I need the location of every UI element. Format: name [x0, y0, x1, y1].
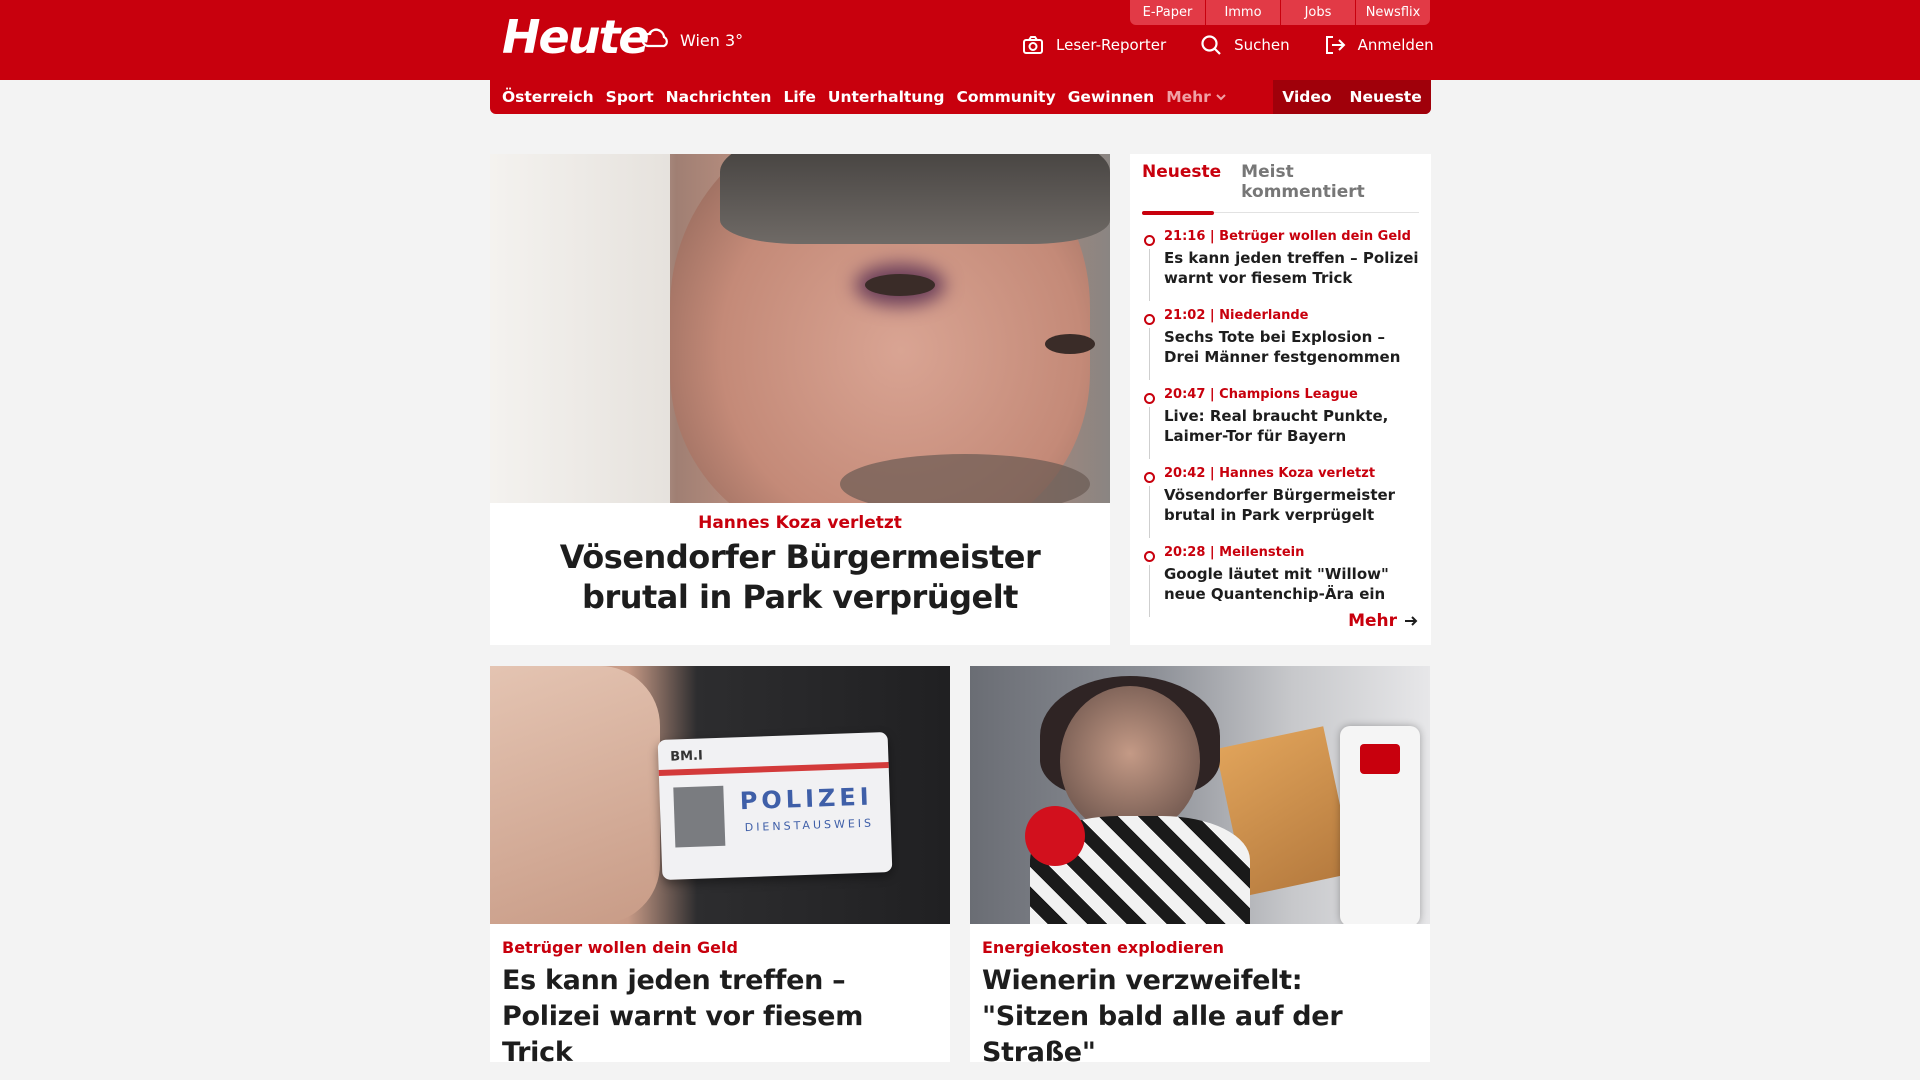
- ticker-item[interactable]: 20:47 | Champions League Live: Real brau…: [1142, 387, 1419, 466]
- ticker-item[interactable]: 21:16 | Betrüger wollen dein Geld Es kan…: [1142, 229, 1419, 308]
- weather-text: Wien 3°: [680, 30, 744, 50]
- sidebar-more-label: Mehr: [1348, 611, 1397, 631]
- nav-more-dropdown[interactable]: Mehr: [1166, 88, 1227, 106]
- nav-item-oesterreich[interactable]: Österreich: [502, 88, 594, 106]
- tab-meist-kommentiert[interactable]: Meist kommentiert: [1241, 162, 1419, 202]
- service-tab-jobs[interactable]: Jobs: [1280, 0, 1355, 25]
- nav-neueste[interactable]: Neueste: [1350, 88, 1422, 106]
- ticker-meta: 21:02 | Niederlande: [1164, 308, 1309, 323]
- article-card-image[interactable]: [970, 666, 1430, 924]
- card-headline[interactable]: Wienerin verzweifelt: "Sitzen bald alle …: [982, 963, 1418, 1071]
- ticker-meta: 20:28 | Meilenstein: [1164, 545, 1305, 560]
- service-tab-immo[interactable]: Immo: [1205, 0, 1280, 25]
- login-label: Anmelden: [1357, 36, 1434, 54]
- card-kicker: Betrüger wollen dein Geld: [502, 938, 738, 957]
- nav-item-nachrichten[interactable]: Nachrichten: [666, 88, 772, 106]
- image-hair: [720, 154, 1110, 244]
- tab-neueste[interactable]: Neueste: [1142, 162, 1221, 202]
- ticker-title[interactable]: Live: Real braucht Punkte, Laimer-Tor fü…: [1164, 406, 1419, 446]
- chevron-down-icon: [1216, 94, 1226, 101]
- ticker-title[interactable]: Google läutet mit "Willow" neue Quantenc…: [1164, 564, 1419, 604]
- ticker-meta: 21:16 | Betrüger wollen dein Geld: [1164, 229, 1411, 244]
- nav-video[interactable]: Video: [1282, 88, 1331, 106]
- search-icon: [1201, 35, 1221, 55]
- news-ticker: 21:16 | Betrüger wollen dein Geld Es kan…: [1142, 229, 1419, 624]
- card-kicker: Energiekosten explodieren: [982, 938, 1225, 957]
- lead-article[interactable]: Hannes Koza verletzt Vösendorfer Bürgerm…: [490, 154, 1110, 645]
- id-card-photo: [673, 785, 726, 848]
- nav-item-life[interactable]: Life: [783, 88, 815, 106]
- image-background-wall: [490, 154, 670, 503]
- top-header: [0, 0, 1920, 80]
- sidebar-more-link[interactable]: Mehr: [1348, 611, 1419, 631]
- image-power-switch: [1360, 744, 1400, 774]
- ticker-title[interactable]: Sechs Tote bei Explosion – Drei Männer f…: [1164, 327, 1419, 367]
- ticker-meta: 20:42 | Hannes Koza verletzt: [1164, 466, 1376, 481]
- nav-item-community[interactable]: Community: [956, 88, 1055, 106]
- image-woman-face: [1060, 686, 1200, 836]
- search-button[interactable]: Suchen: [1200, 34, 1290, 56]
- camera-icon: [1023, 36, 1043, 54]
- newest-sidebar: Neueste Meist kommentiert 21:16 | Betrüg…: [1130, 154, 1431, 645]
- ticker-item[interactable]: 20:42 | Hannes Koza verletzt Vösendorfer…: [1142, 466, 1419, 545]
- image-bruised-eye: [865, 274, 935, 296]
- id-card-dienstausweis-text: DIENSTAUSWEIS: [744, 816, 875, 835]
- image-hand: [490, 666, 660, 924]
- leser-reporter-button[interactable]: Leser-Reporter: [1022, 34, 1166, 56]
- login-button[interactable]: Anmelden: [1324, 34, 1434, 56]
- service-tabs: E-Paper Immo Jobs Newsflix: [1130, 0, 1430, 25]
- weather-widget[interactable]: Wien 3°: [640, 26, 743, 54]
- cloud-sun-icon: [641, 28, 668, 48]
- lead-kicker: Hannes Koza verletzt: [698, 513, 902, 533]
- article-card-energy[interactable]: Energiekosten explodieren Wienerin verzw…: [970, 666, 1430, 1068]
- image-power-strip: [1340, 726, 1420, 924]
- leser-reporter-label: Leser-Reporter: [1056, 36, 1167, 54]
- lead-article-image[interactable]: [490, 154, 1110, 503]
- login-icon: [1325, 36, 1346, 54]
- search-label: Suchen: [1234, 36, 1290, 54]
- arrow-right-icon: [1405, 616, 1418, 626]
- heute-logo[interactable]: Heute: [502, 10, 650, 64]
- id-card-stripe: [658, 762, 889, 777]
- ticker-title[interactable]: Es kann jeden treffen – Polizei warnt vo…: [1164, 248, 1419, 288]
- lead-headline[interactable]: Vösendorfer Bürgermeister brutal in Park…: [510, 537, 1090, 617]
- nav-item-gewinnen[interactable]: Gewinnen: [1068, 88, 1154, 106]
- image-microphone: [1025, 806, 1085, 866]
- ticker-title[interactable]: Vösendorfer Bürgermeister brutal in Park…: [1164, 485, 1419, 525]
- header-actions: Leser-Reporter Suchen Anmelden: [1022, 34, 1434, 56]
- main-nav: Österreich Sport Nachrichten Life Unterh…: [490, 80, 1431, 114]
- ticker-item[interactable]: 21:02 | Niederlande Sechs Tote bei Explo…: [1142, 308, 1419, 387]
- nav-right-group: Video Neueste: [1273, 80, 1431, 114]
- service-tab-newsflix[interactable]: Newsflix: [1355, 0, 1430, 25]
- nav-item-unterhaltung[interactable]: Unterhaltung: [828, 88, 945, 106]
- id-card-bmi-text: BM.I: [669, 748, 704, 765]
- card-headline[interactable]: Es kann jeden treffen – Polizei warnt vo…: [502, 963, 938, 1071]
- sidebar-tabs: Neueste Meist kommentiert: [1142, 162, 1419, 213]
- article-card-image[interactable]: BM.I POLIZEI DIENSTAUSWEIS: [490, 666, 950, 924]
- image-police-id-card: BM.I POLIZEI DIENSTAUSWEIS: [657, 732, 893, 880]
- service-tab-epaper[interactable]: E-Paper: [1130, 0, 1205, 25]
- ticker-meta: 20:47 | Champions League: [1164, 387, 1358, 402]
- image-eye: [1045, 334, 1095, 354]
- nav-more-label: Mehr: [1166, 88, 1211, 106]
- nav-item-sport[interactable]: Sport: [606, 88, 654, 106]
- id-card-polizei-text: POLIZEI: [739, 782, 874, 816]
- article-card-police[interactable]: BM.I POLIZEI DIENSTAUSWEIS Betrüger woll…: [490, 666, 950, 1068]
